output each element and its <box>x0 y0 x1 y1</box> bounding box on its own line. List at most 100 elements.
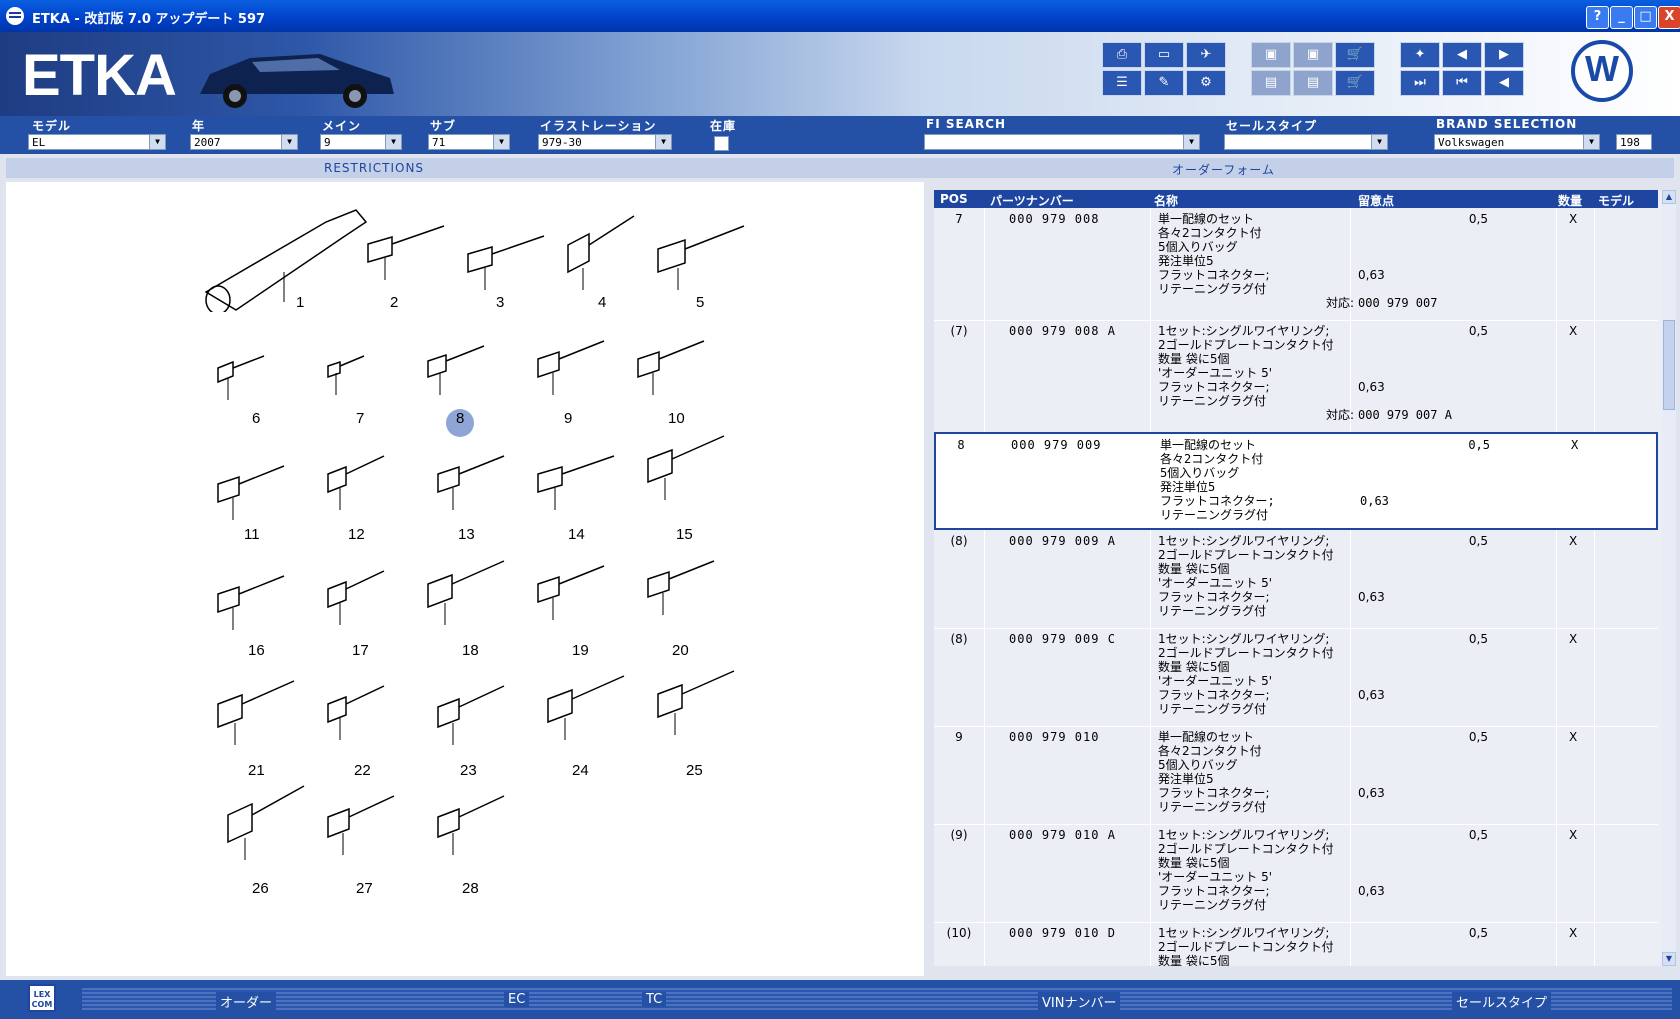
car-cart-icon[interactable]: ▤ <box>1293 70 1333 96</box>
service-icon[interactable]: ⚙ <box>1186 70 1226 96</box>
last-icon[interactable]: ⏭ <box>1400 70 1440 96</box>
callout-13[interactable]: 13 <box>458 526 475 543</box>
part-8-drawing[interactable] <box>426 342 486 397</box>
chevron-down-icon[interactable]: ▼ <box>1371 135 1387 149</box>
close-button[interactable]: X <box>1658 6 1680 29</box>
chevron-down-icon[interactable]: ▼ <box>385 135 401 149</box>
maximize-button[interactable]: □ <box>1634 6 1657 29</box>
prev-page-icon[interactable]: ◀ <box>1442 42 1482 68</box>
callout-3[interactable]: 3 <box>496 294 504 311</box>
callout-20[interactable]: 20 <box>672 642 689 659</box>
part-21-drawing[interactable] <box>216 677 296 747</box>
callout-9[interactable]: 9 <box>564 410 572 427</box>
callout-26[interactable]: 26 <box>252 880 269 897</box>
part-28-drawing[interactable] <box>436 792 506 857</box>
callout-14[interactable]: 14 <box>568 526 585 543</box>
print-icon[interactable]: ⎙ <box>1102 42 1142 68</box>
callout-15[interactable]: 15 <box>676 526 693 543</box>
callout-5[interactable]: 5 <box>696 294 704 311</box>
part-6-drawing[interactable] <box>216 352 266 402</box>
scroll-thumb[interactable] <box>1663 320 1675 410</box>
header-model[interactable]: モデル <box>1598 192 1634 209</box>
first-icon[interactable]: ⏮ <box>1442 70 1482 96</box>
pin-icon[interactable]: ✦ <box>1400 42 1440 68</box>
table-row[interactable]: 8 000 979 009 単一配線のセット 各々2コンタクト付 5個入りバッグ 発注単位… <box>934 432 1658 530</box>
chevron-down-icon[interactable]: ▼ <box>1583 135 1599 149</box>
callout-24[interactable]: 24 <box>572 762 589 779</box>
chevron-down-icon[interactable]: ▼ <box>281 135 297 149</box>
part-10-drawing[interactable] <box>636 337 706 397</box>
callout-10[interactable]: 10 <box>668 410 685 427</box>
callout-22[interactable]: 22 <box>354 762 371 779</box>
chevron-down-icon[interactable]: ▼ <box>655 135 671 149</box>
table-row[interactable]: (7) 000 979 008 A 1セット:シングルワイヤリング; 2ゴールドプレー… <box>934 320 1658 433</box>
part-23-drawing[interactable] <box>436 682 506 747</box>
scroll-down-icon[interactable]: ▼ <box>1662 952 1676 966</box>
tc-button[interactable]: TC <box>642 992 667 1007</box>
year-select[interactable]: 2007 ▼ <box>190 134 298 150</box>
callout-8[interactable]: 8 <box>456 410 464 427</box>
table-row[interactable]: 7 000 979 008 単一配線のセット 各々2コンタクト付 5個入りバッグ 発注単位… <box>934 208 1658 321</box>
table-row[interactable]: (10) 000 979 010 D 1セット:シングルワイヤリング; 2ゴールドプレ… <box>934 922 1658 966</box>
part-26-drawing[interactable] <box>226 782 306 862</box>
vin-button[interactable]: VINナンバー <box>1038 992 1121 1011</box>
table-scrollbar[interactable]: ▲ ▼ <box>1662 190 1676 966</box>
chevron-down-icon[interactable]: ▼ <box>1183 135 1199 149</box>
next-page-icon[interactable]: ▶ <box>1484 42 1524 68</box>
callout-16[interactable]: 16 <box>248 642 265 659</box>
help-button[interactable]: ? <box>1586 6 1609 29</box>
brand-select[interactable]: Volkswagen ▼ <box>1434 134 1600 150</box>
header-name[interactable]: 名称 <box>1154 192 1178 209</box>
ec-button[interactable]: EC <box>504 992 530 1007</box>
back-icon[interactable]: ◀ <box>1484 70 1524 96</box>
part-27-drawing[interactable] <box>326 792 396 857</box>
fi-search-select[interactable]: ▼ <box>924 134 1200 150</box>
main-select[interactable]: 9 ▼ <box>320 134 402 150</box>
part-15-drawing[interactable] <box>646 432 726 502</box>
callout-2[interactable]: 2 <box>390 294 398 311</box>
part-13-drawing[interactable] <box>436 452 506 512</box>
scroll-up-icon[interactable]: ▲ <box>1662 190 1676 204</box>
network-icon[interactable]: ▤ <box>1251 70 1291 96</box>
illustration-select[interactable]: 979-30 ▼ <box>538 134 672 150</box>
callout-19[interactable]: 19 <box>572 642 589 659</box>
table-row[interactable]: (8) 000 979 009 C 1セット:シングルワイヤリング; 2ゴールドプレー… <box>934 628 1658 727</box>
callout-4[interactable]: 4 <box>598 294 606 311</box>
callout-11[interactable]: 11 <box>244 526 260 543</box>
chevron-down-icon[interactable]: ▼ <box>149 135 165 149</box>
cart-add-icon[interactable]: 🛒 <box>1335 70 1375 96</box>
chevron-down-icon[interactable]: ▼ <box>493 135 509 149</box>
sales-type-select[interactable]: ▼ <box>1224 134 1388 150</box>
callout-25[interactable]: 25 <box>686 762 703 779</box>
callout-18[interactable]: 18 <box>462 642 479 659</box>
part-17-drawing[interactable] <box>326 567 386 627</box>
cart-icon[interactable]: 🛒 <box>1335 42 1375 68</box>
header-remarks[interactable]: 留意点 <box>1358 192 1394 209</box>
callout-21[interactable]: 21 <box>248 762 265 779</box>
callout-28[interactable]: 28 <box>462 880 479 897</box>
model-select[interactable]: EL ▼ <box>28 134 166 150</box>
callout-12[interactable]: 12 <box>348 526 365 543</box>
window-icon[interactable]: ▭ <box>1144 42 1184 68</box>
table-row[interactable]: (9) 000 979 010 A 1セット:シングルワイヤリング; 2ゴールドプレー… <box>934 824 1658 923</box>
minimize-button[interactable]: _ <box>1610 6 1633 29</box>
part-11-drawing[interactable] <box>216 462 286 522</box>
part-25-drawing[interactable] <box>656 667 736 737</box>
table-row[interactable]: (8) 000 979 009 A 1セット:シングルワイヤリング; 2ゴールドプレー… <box>934 530 1658 629</box>
part-22-drawing[interactable] <box>326 682 386 742</box>
part-18-drawing[interactable] <box>426 557 506 627</box>
header-pos[interactable]: POS <box>940 192 968 206</box>
stock-checkbox[interactable] <box>714 136 729 151</box>
callout-6[interactable]: 6 <box>252 410 260 427</box>
table-row[interactable]: 9 000 979 010 単一配線のセット 各々2コンタクト付 5個入りバッグ 発注単位… <box>934 726 1658 825</box>
part-16-drawing[interactable] <box>216 572 286 632</box>
part-12-drawing[interactable] <box>326 452 386 512</box>
order-button[interactable]: オーダー <box>216 992 277 1011</box>
depot-icon[interactable]: ▣ <box>1293 42 1333 68</box>
header-qty[interactable]: 数量 <box>1558 192 1582 209</box>
callout-23[interactable]: 23 <box>460 762 477 779</box>
sub-select[interactable]: 71 ▼ <box>428 134 510 150</box>
sales-type-button[interactable]: セールスタイプ <box>1452 992 1552 1011</box>
elsa-icon[interactable]: ▣ <box>1251 42 1291 68</box>
callout-7[interactable]: 7 <box>356 410 364 427</box>
